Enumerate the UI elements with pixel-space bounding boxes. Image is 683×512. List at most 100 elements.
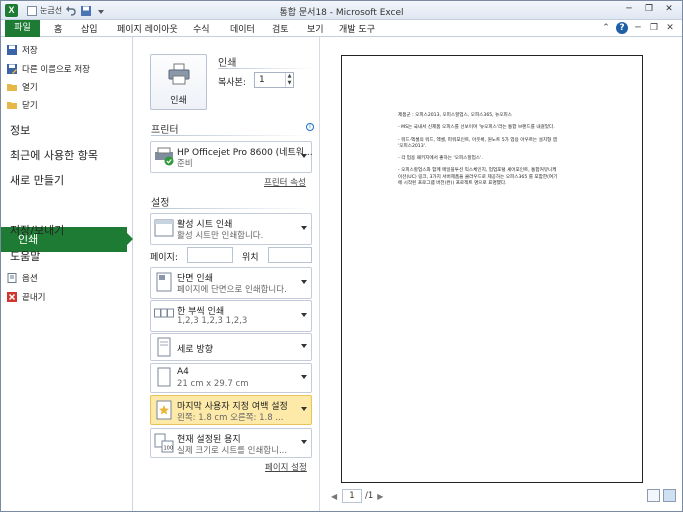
sides-dropdown[interactable]: 단면 인쇄 페이지에 단면으로 인쇄합니다. [150,267,312,299]
nav-new[interactable]: 새로 만들기 [10,172,64,188]
chevron-down-icon [301,280,307,284]
nav-help[interactable]: 도움말 [10,248,40,264]
nav-close[interactable]: 닫기 [7,97,38,113]
print-heading: 인쇄 [218,58,237,69]
paper-size-dropdown[interactable]: A4 21 cm x 29.7 cm [150,363,312,393]
pages-to-input[interactable] [268,247,312,263]
next-page-icon[interactable]: ▶ [377,492,385,501]
tab-developer[interactable]: 개발 도구 [339,22,375,35]
backstage-nav: 저장 다른 이름으로 저장 열기 닫기 정보 최근에 사용한 항목 새로 만들기… [1,37,133,511]
preview-line: 제품군 : 오피스2013, 오피스할업스, 오피스365, 뉴오피스 [398,113,512,118]
nav-info[interactable]: 정보 [10,122,30,138]
nav-close-label: 닫기 [22,101,38,111]
zoom-to-page-icon[interactable] [663,489,676,502]
previous-page-icon[interactable]: ◀ [331,492,339,501]
portrait-icon [157,337,171,357]
print-scope-dropdown[interactable]: 활성 시트 인쇄 활성 시트만 인쇄합니다. [150,213,312,245]
chevron-down-icon [301,440,307,444]
page-navigator: ◀ 1 /1 ▶ [331,489,385,503]
print-preview: 제품군 : 오피스2013, 오피스할업스, 오피스365, 뉴오피스 - MS… [321,37,682,511]
pages-label: 페이지: [150,253,178,263]
custom-margins-icon [156,400,172,420]
spin-arrows-icon[interactable]: ▲ ▼ [285,73,293,87]
doc-close-icon[interactable]: ✕ [664,22,676,34]
ribbon-tabs: 파일 홈 삽입 페이지 레이아웃 수식 데이터 검토 보기 개발 도구 ⌃ ? … [1,20,682,37]
printer-ready-icon [155,147,174,166]
scaling-dropdown[interactable]: 100 현재 설정된 용지 실제 크기로 시트를 인쇄합니... [150,428,312,458]
actual-size-icon: 100 [154,433,174,453]
chevron-down-icon [301,375,307,379]
folder-open-icon [7,84,17,91]
nav-exit-label: 끝내기 [22,293,46,303]
tab-data[interactable]: 데이터 [230,22,255,35]
margins-dropdown[interactable]: 마지막 사용자 지정 여백 설정 왼쪽: 1.8 cm 오른쪽: 1.8 ... [150,395,312,425]
show-margins-icon[interactable] [647,489,660,502]
copies-value: 1 [259,75,265,85]
info-icon[interactable]: i [306,123,314,131]
nav-options-label: 옵션 [22,274,38,284]
printer-properties-link[interactable]: 프린터 속성 [264,176,306,188]
preview-content: 제품군 : 오피스2013, 오피스할업스, 오피스365, 뉴오피스 - MS… [398,113,558,193]
chevron-down-icon [301,154,307,158]
window-title: 통합 문서18 - Microsoft Excel [279,8,404,18]
restore-icon[interactable]: ❐ [640,3,658,17]
doc-restore-icon[interactable]: ❐ [648,22,660,34]
settings-heading: 설정 [151,198,170,209]
copies-label: 복사본: [218,78,246,88]
print-settings-panel: 인쇄 인쇄 복사본: 1 ▲ ▼ 프린터 i HP Officejet Pro 8… [134,37,320,511]
nav-recent[interactable]: 최근에 사용한 항목 [10,147,98,163]
current-page-input[interactable]: 1 [342,489,362,503]
tab-review[interactable]: 검토 [272,22,289,35]
margins-subtitle: 왼쪽: 1.8 cm 오른쪽: 1.8 ... [177,413,284,423]
orientation-title: 세로 방향 [177,345,213,355]
nav-save-send[interactable]: 저장/보내기 [10,222,64,238]
print-button[interactable]: 인쇄 [150,54,207,110]
doc-minimize-icon[interactable]: ─ [632,22,644,34]
options-icon [7,273,17,283]
nav-save[interactable]: 저장 [7,42,38,58]
paper-icon [157,367,171,387]
collate-subtitle: 1,2,3 1,2,3 1,2,3 [177,316,248,326]
page-setup-link[interactable]: 페이지 설정 [265,461,307,473]
preview-page: 제품군 : 오피스2013, 오피스할업스, 오피스365, 뉴오피스 - MS… [341,55,643,483]
collate-dropdown[interactable]: 한 부씩 인쇄 1,2,3 1,2,3 1,2,3 [150,300,312,332]
scaling-subtitle: 실제 크기로 시트를 인쇄합니... [177,446,288,456]
tab-home[interactable]: 홈 [54,22,62,35]
chevron-down-icon [301,313,307,317]
one-sided-icon [156,272,172,292]
save-as-icon [7,64,17,74]
preview-line: - 각 업용 패키지에서 좋하는 '오피스할업스'. [398,156,483,162]
nav-exit[interactable]: 끝내기 [7,289,45,305]
minimize-icon[interactable]: ─ [620,3,638,17]
minimize-ribbon-icon[interactable]: ⌃ [600,22,612,34]
tab-view[interactable]: 보기 [307,22,324,35]
printer-dropdown[interactable]: HP Officejet Pro 8600 (네트워... 준비 [150,141,313,173]
nav-open[interactable]: 열기 [7,79,38,95]
tab-insert[interactable]: 삽입 [81,22,98,35]
preview-view-controls [644,489,676,502]
print-scope-subtitle: 활성 시트만 인쇄합니다. [177,231,264,241]
copies-stepper[interactable]: 1 ▲ ▼ [254,72,294,88]
title-bar: X 눈금선 통합 문서18 - Microsoft Excel ─ ❐ ✕ [1,1,682,20]
collate-icon [154,308,174,318]
save-icon [7,45,17,55]
tab-file[interactable]: 파일 [5,20,40,37]
nav-save-as[interactable]: 다른 이름으로 저장 [7,61,90,77]
orientation-dropdown[interactable]: 세로 방향 [150,333,312,361]
preview-line: - 워드·엑셀의 워드, 엑셀, 파워포인트, 아웃룩, 원노트 5가 업용 아… [398,137,557,149]
sheet-icon [154,219,174,237]
tab-formulas[interactable]: 수식 [193,22,210,35]
preview-line: - 오피스할업스와 함께 메일블투션 익스체인지, 업업포털 셰어포인트, 통합… [398,168,558,187]
tab-page-layout[interactable]: 페이지 레이아웃 [117,22,178,35]
nav-options[interactable]: 옵션 [7,270,38,286]
divider [151,208,313,209]
sides-subtitle: 페이지에 단면으로 인쇄합니다. [177,285,287,295]
pages-from-input[interactable] [187,247,233,263]
chevron-down-icon [301,344,307,348]
window-controls: ─ ❐ ✕ [618,3,678,17]
help-icon[interactable]: ? [616,22,628,34]
close-icon[interactable]: ✕ [660,3,678,17]
divider [218,68,314,69]
divider [151,135,313,136]
folder-icon [7,102,17,109]
